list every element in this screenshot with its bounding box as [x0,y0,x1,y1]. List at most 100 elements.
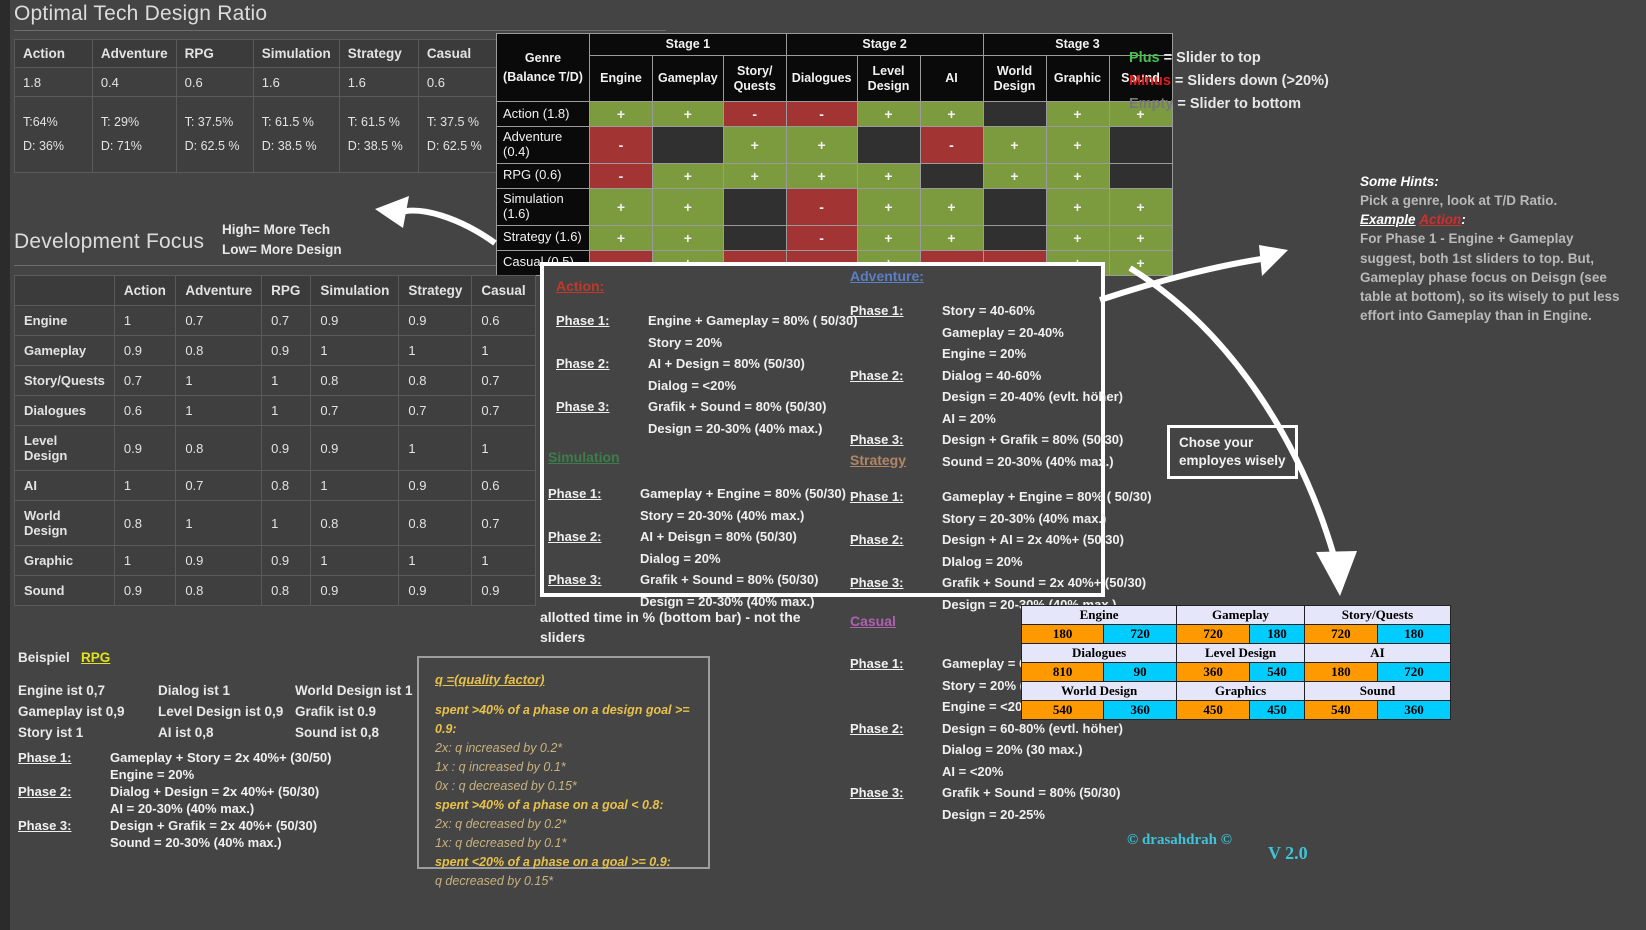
phase-line-row: AI = 20-30% (40% max.) [18,801,332,818]
matrix-cell [982,224,1047,251]
focus-corner [14,275,115,306]
legend-minus-text: = Sliders down (>20%) [1170,73,1329,90]
matrix-cell: + [1045,101,1110,127]
phase-label [850,323,942,345]
bar-segment: 180 [1249,624,1305,644]
ratio-td-cell: T: 37.5% D: 62.5 % [175,96,254,173]
choose-employees-line2: employes wisely [1179,453,1286,469]
phase-line-row: Engine = 20% [18,767,332,784]
legend-row-minus: Minus = Sliders down (>20%) [1129,70,1329,93]
ratio-tech: T: 37.5 % [426,115,479,130]
phase-label: Phase 2: [850,367,904,383]
bar-segment: 720 [1176,624,1251,644]
table-row: Sound 0.9 0.8 0.8 0.9 0.9 0.9 [14,575,536,606]
matrix-column-header: Dialogues [785,55,858,102]
phase-text: Dialog = 40-60% [942,367,1042,383]
phase-text: Design + AI = 2x 40%+ (50/30) [942,532,1124,547]
bar-group-label: Story/Quests [1303,605,1452,625]
phase-label: Phase 1: [850,656,904,671]
bar-segment: 810 [1020,662,1105,682]
bar-segment: 180 [1376,624,1452,644]
focus-cell: 0.8 [398,365,473,396]
focus-cell: 0.8 [175,425,263,471]
bar-group-label: Engine [1020,605,1178,625]
focus-cell: 0.7 [398,395,473,426]
matrix-cell: - [722,101,787,127]
matrix-cell: + [785,126,858,164]
matrix-cell: + [589,187,653,226]
matrix-cell [722,187,787,226]
matrix-cell: + [982,126,1047,164]
beispiel-heading: Beispiel RPG [18,650,110,665]
focus-cell: 0.9 [398,470,473,501]
matrix-cell: + [1108,187,1173,226]
phase-text: Gameplay + Engine = 80% (50/30) [640,486,846,501]
phase-line-row: Phase 1: Engine + Gameplay = 80% ( 50/30) [556,311,858,333]
focus-cell: 0.6 [113,395,177,426]
beispiel-values: Engine ist 0,7 Gameplay ist 0,9 Story ist … [18,681,438,744]
focus-cell: 0.9 [113,575,177,606]
matrix-cell [982,101,1047,127]
bar-segment: 540 [1249,662,1305,682]
table-row: Level Design 0.9 0.8 0.9 0.9 1 1 [14,425,536,471]
matrix-cell: + [856,162,921,189]
bar-value-row: 540 360 450 450 540 360 [1020,700,1452,720]
table-row: Gameplay 0.9 0.8 0.9 1 1 1 [14,335,536,366]
phase-line-row: Design = 20-30% (40% max.) [556,419,858,441]
phase-text: Dialog = <20% [648,377,737,393]
focus-cell: 1 [175,365,263,396]
phase-label: Phase 3: [556,399,610,414]
phase-label: Phase 3: [18,818,72,833]
ratio-genre-header: Casual [417,39,498,68]
phase-line-row: Phase 3: Design + Grafik = 2x 40%+ (50/30… [18,818,332,835]
quality-factor-line: 2x: q decreased by 0.2* [435,817,567,831]
focus-cell: 1 [261,395,312,426]
focus-cell: 0.8 [310,500,400,546]
phase-label: Phase 2: [850,532,904,547]
phase-line-row: Phase 3: Grafik + Sound = 80% (50/30) [850,783,1142,805]
phase-text: AI + Design = 80% (50/30) [648,356,805,371]
quality-factor-line: 1x: q decreased by 0.1* [435,836,567,850]
quality-factor-lines: spent >40% of a phase on a design goal >… [435,701,708,891]
legend: Plus = Slider to top Minus = Sliders dow… [1129,47,1329,117]
ratio-tech: T: 37.5% [184,115,234,130]
choose-employees-line1: Chose your [1179,435,1254,450]
phase-label [850,740,942,762]
table-header-row: Action Adventure RPG Simulation Strategy Casu… [14,275,536,306]
allotted-time-bar-table: Engine Gameplay Story/Quests 180 720 720 180 72… [1020,605,1452,720]
focus-cell: 1 [261,365,312,396]
genre-guide-action-title: Action: [556,278,605,294]
ratio-td-cell: T:64% D: 36% [14,96,93,173]
table-row: World Design 0.8 1 1 0.8 0.8 0.7 [14,500,536,546]
focus-cell: 1 [471,335,536,366]
phase-label [850,697,942,719]
focus-cell: 0.9 [113,425,177,471]
ratio-td-cell: T: 61.5 % D: 38.5 % [252,96,340,173]
copyright-text: © drasahdrah © [1127,832,1232,848]
high-low-line1: High= More Tech [222,222,331,237]
matrix-cell [722,224,787,251]
focus-cell: 0.9 [113,335,177,366]
table-row-values: 1.8 0.4 0.6 1.6 1.6 0.6 [14,67,498,97]
focus-row-label: AI [14,470,115,501]
focus-cell: 0.7 [471,500,536,546]
phase-line-row: Phase 3: Grafik + Sound = 80% (50/30) [548,570,846,592]
bar-segment: 540 [1303,700,1378,720]
hints-example-line: Example Action: [1360,210,1630,229]
bar-segment: 90 [1103,662,1178,682]
bar-segment: 360 [1103,700,1178,720]
bar-segment: 720 [1103,624,1178,644]
matrix-cell: + [652,101,724,127]
phase-text: Sound = 20-30% (40% max.) [110,835,282,850]
focus-cell: 0.9 [261,545,312,576]
phase-text: AI = 20% [942,410,996,426]
phase-text: Gameplay + Story = 2x 40%+ (30/50) [110,750,332,765]
matrix-column-header: Story/Quests [722,55,787,102]
beispiel-value-line: Sound ist 0,8 [295,724,380,740]
phase-line-row: Dialog = 20% [548,549,846,571]
ratio-tech: T:64% [23,115,58,130]
matrix-cell: + [919,187,984,226]
matrix-cell: + [982,162,1047,189]
ratio-value: 1.6 [252,67,340,97]
phase-label: Phase 2: [556,356,610,371]
